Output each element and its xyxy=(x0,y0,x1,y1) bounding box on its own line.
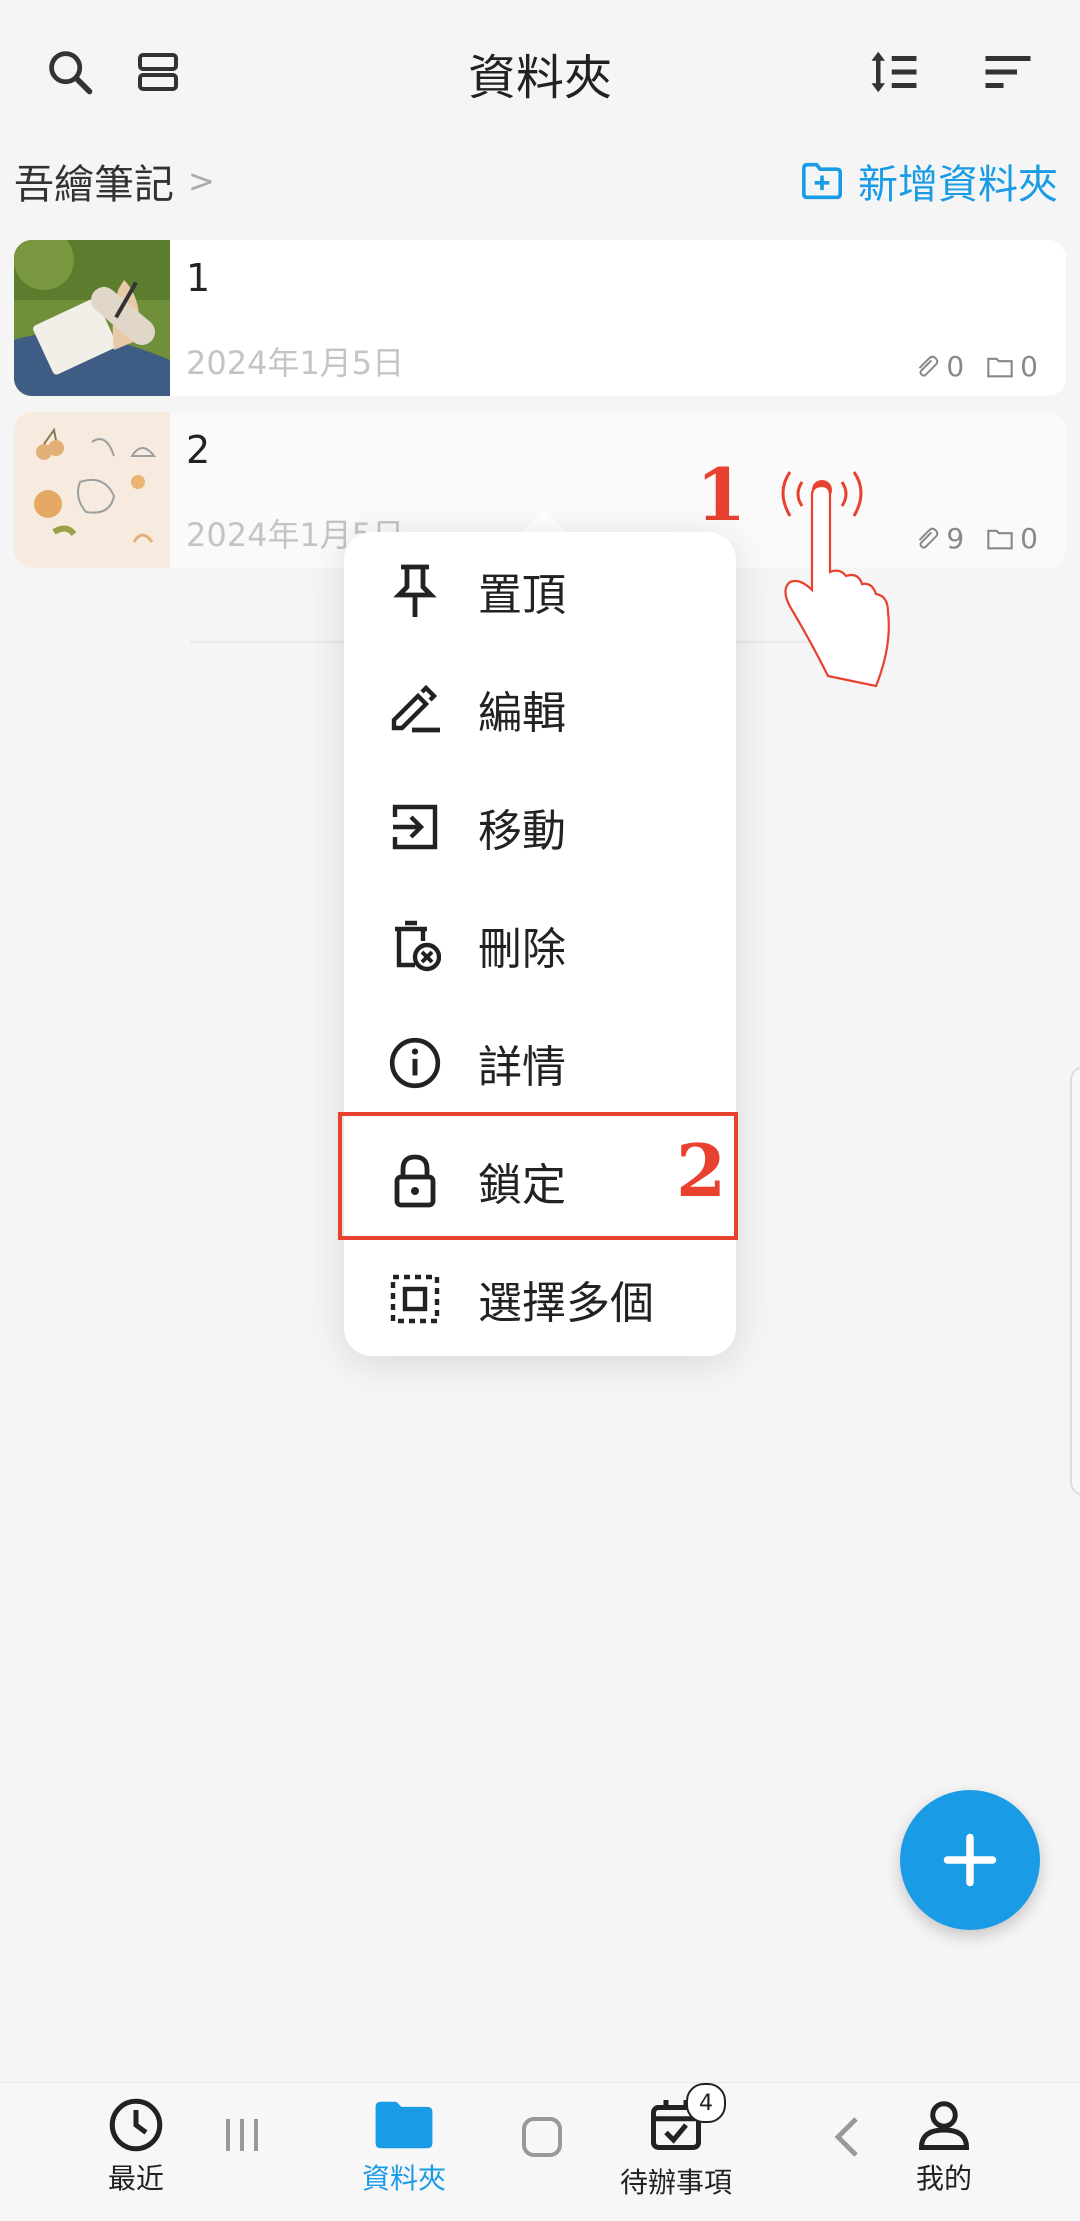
todo-badge: 4 xyxy=(686,2083,726,2123)
annotation-step-1: 1 xyxy=(696,452,747,537)
move-icon xyxy=(380,792,450,862)
new-folder-label: 新增資料夾 xyxy=(858,162,1058,208)
edit-icon xyxy=(380,674,450,744)
menu-item-label: 編輯 xyxy=(478,688,566,739)
attachment-count: 9 xyxy=(946,522,965,555)
top-app-bar: 資料夾 xyxy=(0,0,1080,150)
sort-filter-icon[interactable] xyxy=(968,32,1048,112)
folder-thumbnail xyxy=(14,412,170,568)
nav-item-folders[interactable]: 資料夾 xyxy=(324,2095,484,2197)
attachment-icon xyxy=(919,527,939,549)
folder-small-icon xyxy=(987,357,1013,377)
delete-icon xyxy=(380,910,450,980)
menu-item-pin[interactable]: 置頂 xyxy=(344,532,736,650)
home-button[interactable] xyxy=(518,2113,566,2161)
plus-icon xyxy=(943,1833,997,1887)
nav-item-recent[interactable]: 最近 xyxy=(56,2095,216,2197)
menu-item-delete[interactable]: 刪除 xyxy=(344,886,736,1004)
folder-icon xyxy=(375,2101,433,2149)
nav-label: 待辦事項 xyxy=(619,2166,732,2199)
breadcrumb-root[interactable]: 吾繪筆記 xyxy=(14,152,174,210)
tap-gesture-icon xyxy=(781,471,890,688)
nav-label: 最近 xyxy=(107,2162,164,2195)
pin-icon xyxy=(380,556,450,626)
menu-pointer xyxy=(520,508,568,534)
sort-order-icon[interactable] xyxy=(854,32,934,112)
folder-meta: 0 0 xyxy=(914,350,1038,383)
menu-item-label: 刪除 xyxy=(478,924,566,975)
select-multiple-icon xyxy=(380,1264,450,1334)
folder-small-icon xyxy=(987,529,1013,549)
menu-item-move[interactable]: 移動 xyxy=(344,768,736,886)
new-folder-button[interactable]: 新增資料夾 xyxy=(800,152,1058,210)
menu-item-details[interactable]: 詳情 xyxy=(344,1004,736,1122)
folder-name: 2 xyxy=(186,428,211,472)
folder-date: 2024年1月5日 xyxy=(186,344,405,382)
folder-card[interactable]: 1 2024年1月5日 0 0 xyxy=(14,240,1066,396)
home-icon xyxy=(522,2117,562,2157)
menu-item-label: 選擇多個 xyxy=(478,1278,654,1329)
edge-panel-handle[interactable] xyxy=(1070,1066,1080,1496)
recents-icon xyxy=(226,2119,258,2151)
attachment-icon xyxy=(919,355,939,377)
person-icon xyxy=(918,2101,970,2150)
menu-item-select-multiple[interactable]: 選擇多個 xyxy=(344,1240,736,1358)
subfolder-count: 0 xyxy=(1020,350,1038,383)
nav-label: 我的 xyxy=(915,2162,972,2195)
annotation-step-2: 2 xyxy=(676,1128,727,1213)
subfolder-count: 0 xyxy=(1020,522,1038,555)
clock-icon xyxy=(109,2098,163,2152)
folder-name: 1 xyxy=(186,256,211,300)
attachment-count: 0 xyxy=(946,350,965,383)
folder-meta: 9 0 xyxy=(914,522,1038,555)
recent-apps-button[interactable] xyxy=(218,2113,266,2157)
nav-item-todo[interactable]: 4 待辦事項 xyxy=(596,2083,756,2201)
add-fab-button[interactable] xyxy=(900,1790,1040,1930)
folder-thumbnail xyxy=(14,240,170,396)
breadcrumb[interactable]: 吾繪筆記 > xyxy=(14,152,215,210)
menu-item-label: 置頂 xyxy=(478,570,566,621)
nav-label: 資料夾 xyxy=(361,2162,446,2195)
info-icon xyxy=(380,1028,450,1098)
menu-item-edit[interactable]: 編輯 xyxy=(344,650,736,768)
nav-item-me[interactable]: 我的 xyxy=(864,2095,1024,2197)
menu-item-label: 移動 xyxy=(478,806,566,857)
menu-item-label: 詳情 xyxy=(478,1042,566,1093)
breadcrumb-separator: > xyxy=(188,162,215,200)
bottom-navigation: 最近 資料夾 4 待辦事項 我的 xyxy=(0,2082,1080,2221)
folder-plus-icon xyxy=(802,162,842,200)
